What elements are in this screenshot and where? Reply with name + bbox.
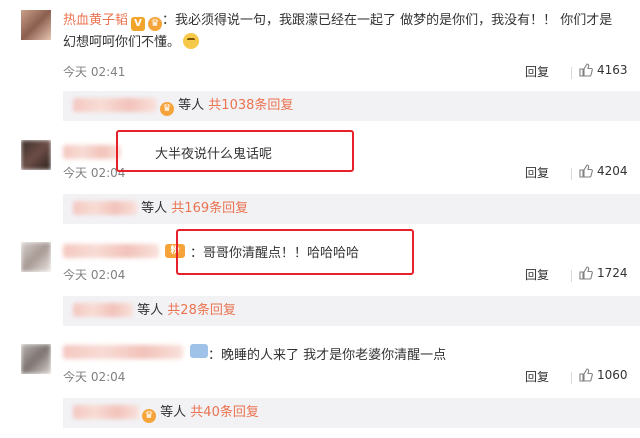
sub-replies-prefix: 等人 [178,98,205,113]
like-button[interactable]: 1060 [579,368,628,382]
comment-body-line2: 幻想呵呵你们不懂。 [63,35,181,50]
comment-4: ：晚睡的人来了 我才是你老婆你清醒一点 今天 02:04 回复 1060 ♛ 等… [0,334,640,438]
blurred-username [73,405,139,419]
timestamp: 今天 02:04 [63,268,126,282]
divider [571,67,572,79]
timestamp: 今天 02:41 [63,65,126,79]
sub-replies-bar: ♛ 等人 共1038条回复 [63,91,640,121]
vip-badge-icon: V [131,17,146,31]
sub-replies-prefix: 等人 [137,303,164,318]
fan-badge-icon [190,344,208,358]
fan-badge-icon: ♛ [148,17,163,31]
comment-meta: 今天 02:04 回复 1060 [63,368,640,388]
like-button[interactable]: 4204 [579,164,628,178]
blurred-username [73,303,133,317]
comment-text: 热血黄子韬 V ♛ ：我必须得说一句，我跟濛已经在一起了 做梦的是你们，我没有！！ 你… [63,10,633,54]
like-count: 4163 [597,63,628,77]
thumb-up-icon [579,63,593,77]
sub-replies-bar: 等人 共28条回复 [63,296,640,326]
username[interactable]: 热血黄子韬 [63,13,128,28]
more-replies-link[interactable]: 共40条回复 [190,405,259,420]
like-count: 4204 [597,164,628,178]
like-button[interactable]: 4163 [579,63,628,77]
comment-body: ：晚睡的人来了 我才是你老婆你清醒一点 [208,348,447,363]
blurred-username [63,145,121,159]
avatar[interactable] [21,10,51,40]
reply-button[interactable]: 回复 [525,368,549,385]
like-count: 1724 [597,266,628,280]
like-count: 1060 [597,368,628,382]
thumb-up-icon [579,164,593,178]
comment-1: 热血黄子韬 V ♛ ：我必须得说一句，我跟濛已经在一起了 做梦的是你们，我没有！！ 你… [0,0,640,122]
avatar[interactable] [21,344,51,374]
more-replies-link[interactable]: 共28条回复 [167,303,236,318]
comment-meta: 今天 02:41 回复 4163 [63,63,640,83]
highlight-box [176,229,414,275]
more-replies-link[interactable]: 共169条回复 [171,201,248,216]
more-replies-link[interactable]: 共1038条回复 [208,98,293,113]
reply-button[interactable]: 回复 [525,63,549,80]
like-button[interactable]: 1724 [579,266,628,280]
blurred-username [63,244,159,258]
divider [571,270,572,282]
sub-replies-bar: ♛ 等人 共40条回复 [63,398,640,428]
laugh-emoji-icon [183,33,200,49]
fan-badge-icon: ♛ [142,409,156,423]
thumb-up-icon [579,266,593,280]
blurred-username [73,98,157,112]
blurred-username [73,201,137,215]
divider [571,372,572,384]
sub-replies-prefix: 等人 [160,405,187,420]
reply-button[interactable]: 回复 [525,164,549,181]
comment-body: ：我必须得说一句，我跟濛已经在一起了 做梦的是你们，我没有！！ 你们才是 [162,13,613,28]
timestamp: 今天 02:04 [63,370,126,384]
avatar[interactable] [21,242,51,272]
highlight-box [116,130,354,172]
sub-replies-prefix: 等人 [141,201,168,216]
blurred-username [63,345,183,359]
reply-button[interactable]: 回复 [525,266,549,283]
fan-badge-icon: ♛ [160,102,174,116]
divider [571,168,572,180]
sub-replies-bar: 等人 共169条回复 [63,194,640,224]
avatar[interactable] [21,140,51,170]
thumb-up-icon [579,368,593,382]
